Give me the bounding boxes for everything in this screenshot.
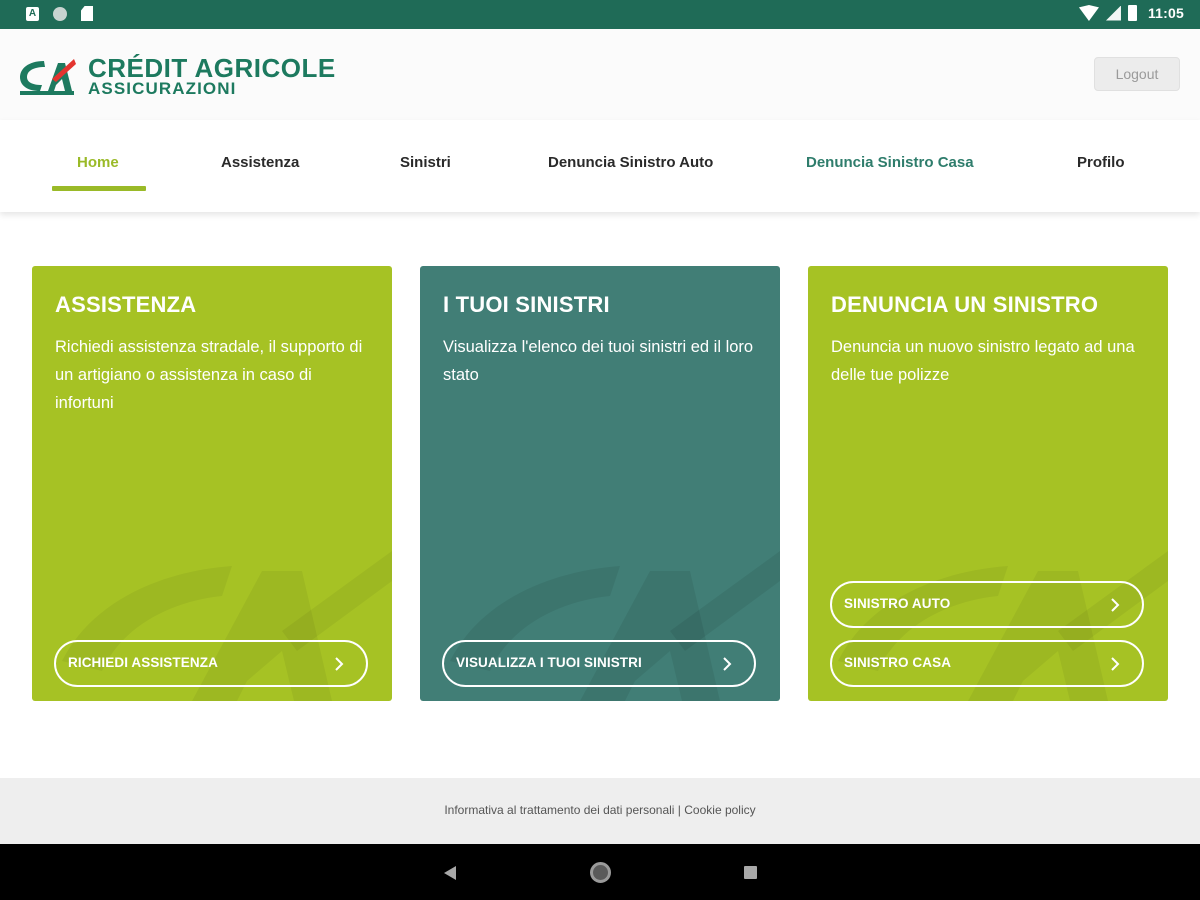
card-description: Denuncia un nuovo sinistro legato ad una… — [831, 338, 1135, 384]
sd-card-icon — [81, 6, 93, 21]
app-header: CRÉDIT AGRICOLE ASSICURAZIONI Logout — [0, 29, 1200, 120]
card-title: ASSISTENZA — [55, 292, 197, 317]
status-bar: A 11:05 — [0, 0, 1200, 29]
chevron-right-icon — [723, 657, 732, 671]
brand-logo[interactable]: CRÉDIT AGRICOLE ASSICURAZIONI — [18, 55, 336, 97]
visualizza-sinistri-button[interactable]: VISUALIZZA I TUOI SINISTRI — [442, 640, 756, 687]
button-label: RICHIEDI ASSISTENZA — [68, 655, 218, 670]
card-description: Richiedi assistenza stradale, il support… — [55, 338, 363, 412]
brand-wordmark: CRÉDIT AGRICOLE ASSICURAZIONI — [88, 55, 336, 97]
nav-item-sinistri[interactable]: Sinistri — [400, 154, 451, 171]
nav-item-denuncia-sinistro-auto[interactable]: Denuncia Sinistro Auto — [548, 154, 713, 171]
sinistro-auto-button[interactable]: SINISTRO AUTO — [830, 581, 1144, 628]
card-title: I TUOI SINISTRI — [443, 292, 610, 317]
nav-active-indicator — [52, 186, 146, 191]
button-label: SINISTRO CASA — [844, 655, 952, 670]
nav-item-profilo[interactable]: Profilo — [1077, 154, 1125, 171]
card-description: Visualizza l'elenco dei tuoi sinistri ed… — [443, 338, 754, 384]
card-assistenza: ASSISTENZA Richiedi assistenza stradale,… — [32, 266, 392, 701]
signal-icon — [1105, 5, 1121, 21]
card-denuncia-un-sinistro: DENUNCIA UN SINISTRO Denuncia un nuovo s… — [808, 266, 1168, 701]
nav-item-denuncia-sinistro-casa[interactable]: Denuncia Sinistro Casa — [806, 154, 974, 171]
battery-icon — [1127, 5, 1137, 21]
chevron-right-icon — [1111, 657, 1120, 671]
richiedi-assistenza-button[interactable]: RICHIEDI ASSISTENZA — [54, 640, 368, 687]
sinistro-casa-button[interactable]: SINISTRO CASA — [830, 640, 1144, 687]
back-icon[interactable] — [443, 865, 457, 881]
status-time: 11:05 — [1147, 5, 1184, 21]
home-icon[interactable] — [590, 862, 611, 883]
chevron-right-icon — [335, 657, 344, 671]
status-bar-left: A — [26, 6, 93, 21]
accessibility-a-icon: A — [26, 6, 39, 21]
button-label: SINISTRO AUTO — [844, 596, 951, 611]
sync-circle-icon — [53, 6, 67, 21]
android-navigation-bar — [0, 844, 1200, 900]
main-navigation: Home Assistenza Sinistri Denuncia Sinist… — [0, 120, 1200, 212]
chevron-right-icon — [1111, 598, 1120, 612]
brand-name: CRÉDIT AGRICOLE — [88, 53, 336, 83]
footer-separator: | — [674, 803, 685, 817]
card-title: DENUNCIA UN SINISTRO — [831, 292, 1099, 317]
recent-apps-icon[interactable] — [744, 866, 757, 879]
privacy-policy-link[interactable]: Informativa al trattamento dei dati pers… — [444, 803, 674, 817]
footer-links: Informativa al trattamento dei dati pers… — [0, 803, 1200, 817]
nav-item-assistenza[interactable]: Assistenza — [221, 154, 299, 171]
logout-button[interactable]: Logout — [1094, 57, 1180, 91]
status-bar-right: 11:05 — [1078, 5, 1184, 21]
card-i-tuoi-sinistri: I TUOI SINISTRI Visualizza l'elenco dei … — [420, 266, 780, 701]
footer: Informativa al trattamento dei dati pers… — [0, 778, 1200, 844]
cookie-policy-link[interactable]: Cookie policy — [684, 803, 755, 817]
wifi-icon — [1078, 5, 1099, 21]
credit-agricole-logo-icon — [20, 59, 76, 95]
nav-item-home[interactable]: Home — [77, 154, 119, 171]
button-label: VISUALIZZA I TUOI SINISTRI — [456, 655, 642, 670]
